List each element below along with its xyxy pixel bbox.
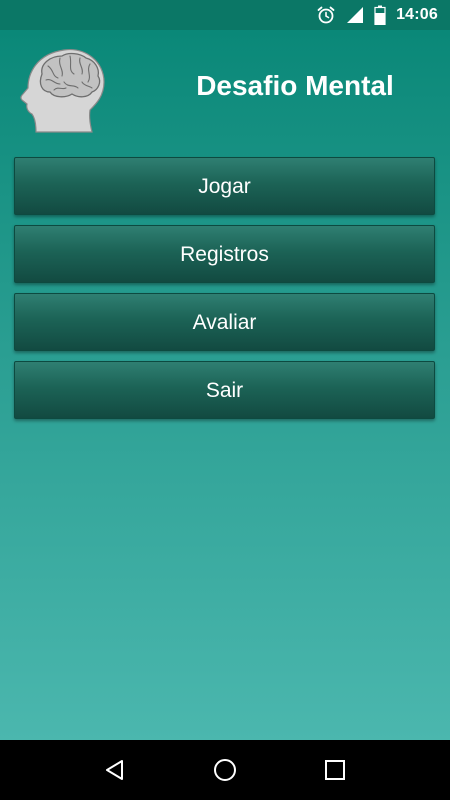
navigation-bar	[0, 740, 450, 800]
sair-button[interactable]: Sair	[14, 361, 435, 419]
status-bar: 14:06	[0, 0, 450, 30]
jogar-button[interactable]: Jogar	[14, 157, 435, 215]
registros-button[interactable]: Registros	[14, 225, 435, 283]
battery-icon	[374, 5, 386, 25]
back-icon[interactable]	[95, 750, 135, 790]
brain-head-icon	[14, 44, 106, 136]
phone-screen: 14:06 Desafio Mental Jogar Registros Ava…	[0, 0, 450, 800]
signal-icon	[346, 6, 364, 24]
status-clock: 14:06	[396, 6, 438, 23]
home-icon[interactable]	[205, 750, 245, 790]
avaliar-button[interactable]: Avaliar	[14, 293, 435, 351]
main-menu: Jogar Registros Avaliar Sair	[14, 157, 435, 429]
recents-icon[interactable]	[315, 750, 355, 790]
app-title: Desafio Mental	[196, 70, 394, 101]
main-screen: Desafio Mental Jogar Registros Avaliar S…	[0, 30, 450, 740]
alarm-icon	[316, 5, 336, 25]
header: Desafio Mental	[0, 30, 450, 152]
